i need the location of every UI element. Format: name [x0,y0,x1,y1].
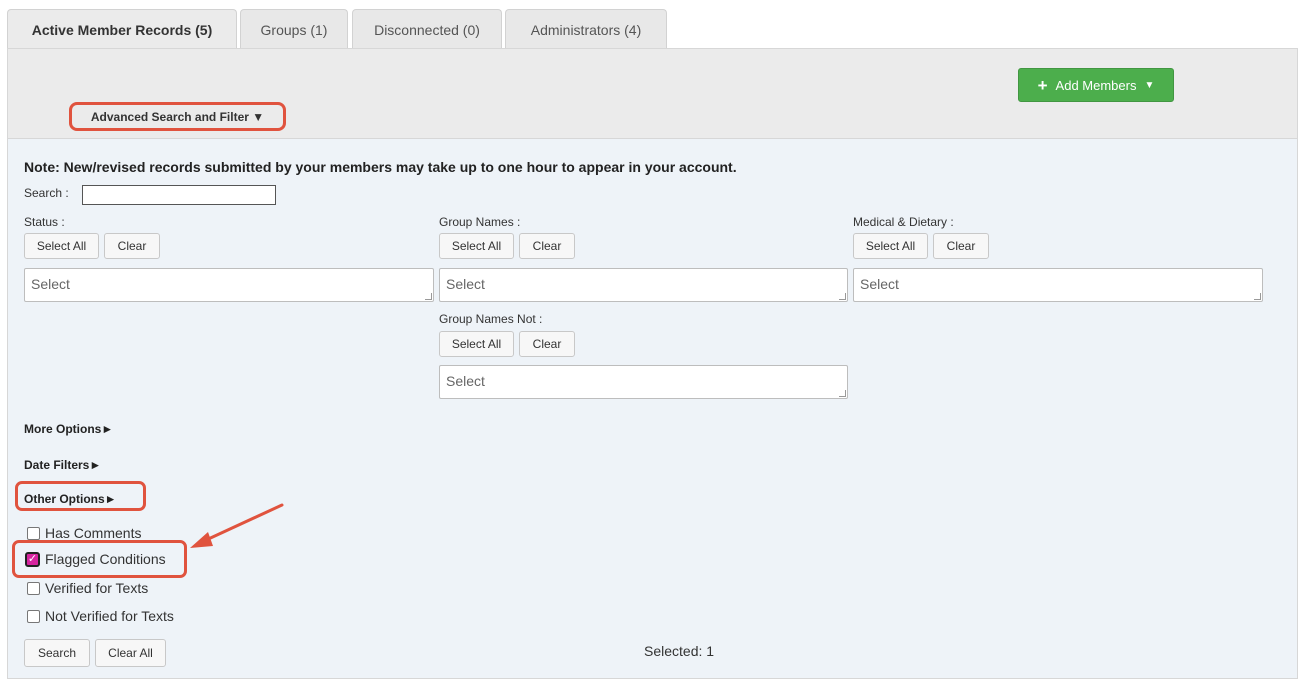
group-names-label: Group Names : [439,215,521,229]
clear-all-button[interactable]: Clear All [95,639,166,667]
checkbox-box[interactable] [27,609,40,623]
has-comments-checkbox[interactable]: Has Comments [27,525,141,541]
select-placeholder: Select [446,276,485,292]
group-names-not-label: Group Names Not : [439,312,543,326]
resize-grip-icon [839,390,846,397]
filter-panel: + Add Members ▼ Advanced Search and Filt… [7,48,1298,679]
advanced-search-label: Advanced Search and Filter ▼ [90,109,265,124]
add-members-button[interactable]: + Add Members ▼ [1018,68,1174,102]
group-names-clear-button[interactable]: Clear [519,233,575,259]
select-placeholder: Select [31,276,70,292]
select-placeholder: Select [860,276,899,292]
tab-label: Groups (1) [260,21,328,38]
date-filters-toggle[interactable]: Date Filters► [24,458,101,472]
status-select[interactable]: Select [24,268,434,302]
button-label: Clear [117,239,147,253]
tab-label: Active Member Records (5) [31,22,213,38]
checkbox-box[interactable] [27,581,40,595]
other-options-toggle[interactable]: Other Options► [24,492,117,506]
button-label: Clear [532,337,562,351]
status-label: Status : [24,215,65,229]
tab-active-member-records[interactable]: Active Member Records (5) [7,9,237,50]
checkbox-label: Flagged Conditions [45,551,166,567]
tab-administrators[interactable]: Administrators (4) [505,9,667,49]
checkbox-box[interactable] [27,526,40,540]
button-label: Clear All [108,646,153,660]
search-label: Search : [24,186,69,200]
button-label: Search [37,646,77,660]
medical-dietary-label: Medical & Dietary : [853,215,954,229]
select-placeholder: Select [446,373,485,389]
more-options-toggle[interactable]: More Options► [24,422,113,436]
tab-groups[interactable]: Groups (1) [240,9,348,49]
medical-select-all-button[interactable]: Select All [853,233,928,259]
medical-clear-button[interactable]: Clear [933,233,989,259]
resize-grip-icon [839,293,846,300]
group-names-not-select-all-button[interactable]: Select All [439,331,514,357]
checkmark-icon[interactable]: ✓ [25,551,40,567]
button-label: Clear [946,239,976,253]
advanced-search-toggle[interactable]: Advanced Search and Filter ▼ [69,102,286,131]
group-names-not-select[interactable]: Select [439,365,848,399]
button-label: Select All [451,337,502,351]
checkbox-label: Not Verified for Texts [45,608,174,624]
caret-down-icon: ▼ [1144,79,1155,91]
button-label: Select All [865,239,916,253]
verified-texts-checkbox[interactable]: Verified for Texts [27,580,148,596]
button-label: Select All [36,239,87,253]
add-members-label: Add Members [1055,77,1137,93]
tab-label: Administrators (4) [530,21,642,38]
tab-label: Disconnected (0) [374,21,480,38]
resize-grip-icon [1254,293,1261,300]
resize-grip-icon [425,293,432,300]
group-names-not-clear-button[interactable]: Clear [519,331,575,357]
status-clear-button[interactable]: Clear [104,233,160,259]
button-label: Select All [451,239,502,253]
checkbox-label: Has Comments [45,525,142,541]
group-names-select-all-button[interactable]: Select All [439,233,514,259]
group-names-select[interactable]: Select [439,268,848,302]
medical-dietary-select[interactable]: Select [853,268,1263,302]
flagged-conditions-checkbox[interactable]: ✓ Flagged Conditions [25,551,166,567]
not-verified-texts-checkbox[interactable]: Not Verified for Texts [27,608,174,624]
status-select-all-button[interactable]: Select All [24,233,99,259]
button-label: Clear [532,239,562,253]
search-button[interactable]: Search [24,639,90,667]
panel-header: + Add Members ▼ Advanced Search and Filt… [8,49,1297,139]
plus-icon: + [1037,75,1048,95]
selected-count: Selected: 1 [644,643,715,659]
note-text: Note: New/revised records submitted by y… [24,159,737,175]
checkbox-label: Verified for Texts [45,580,149,596]
search-input[interactable] [82,185,276,205]
tab-disconnected[interactable]: Disconnected (0) [352,9,502,49]
